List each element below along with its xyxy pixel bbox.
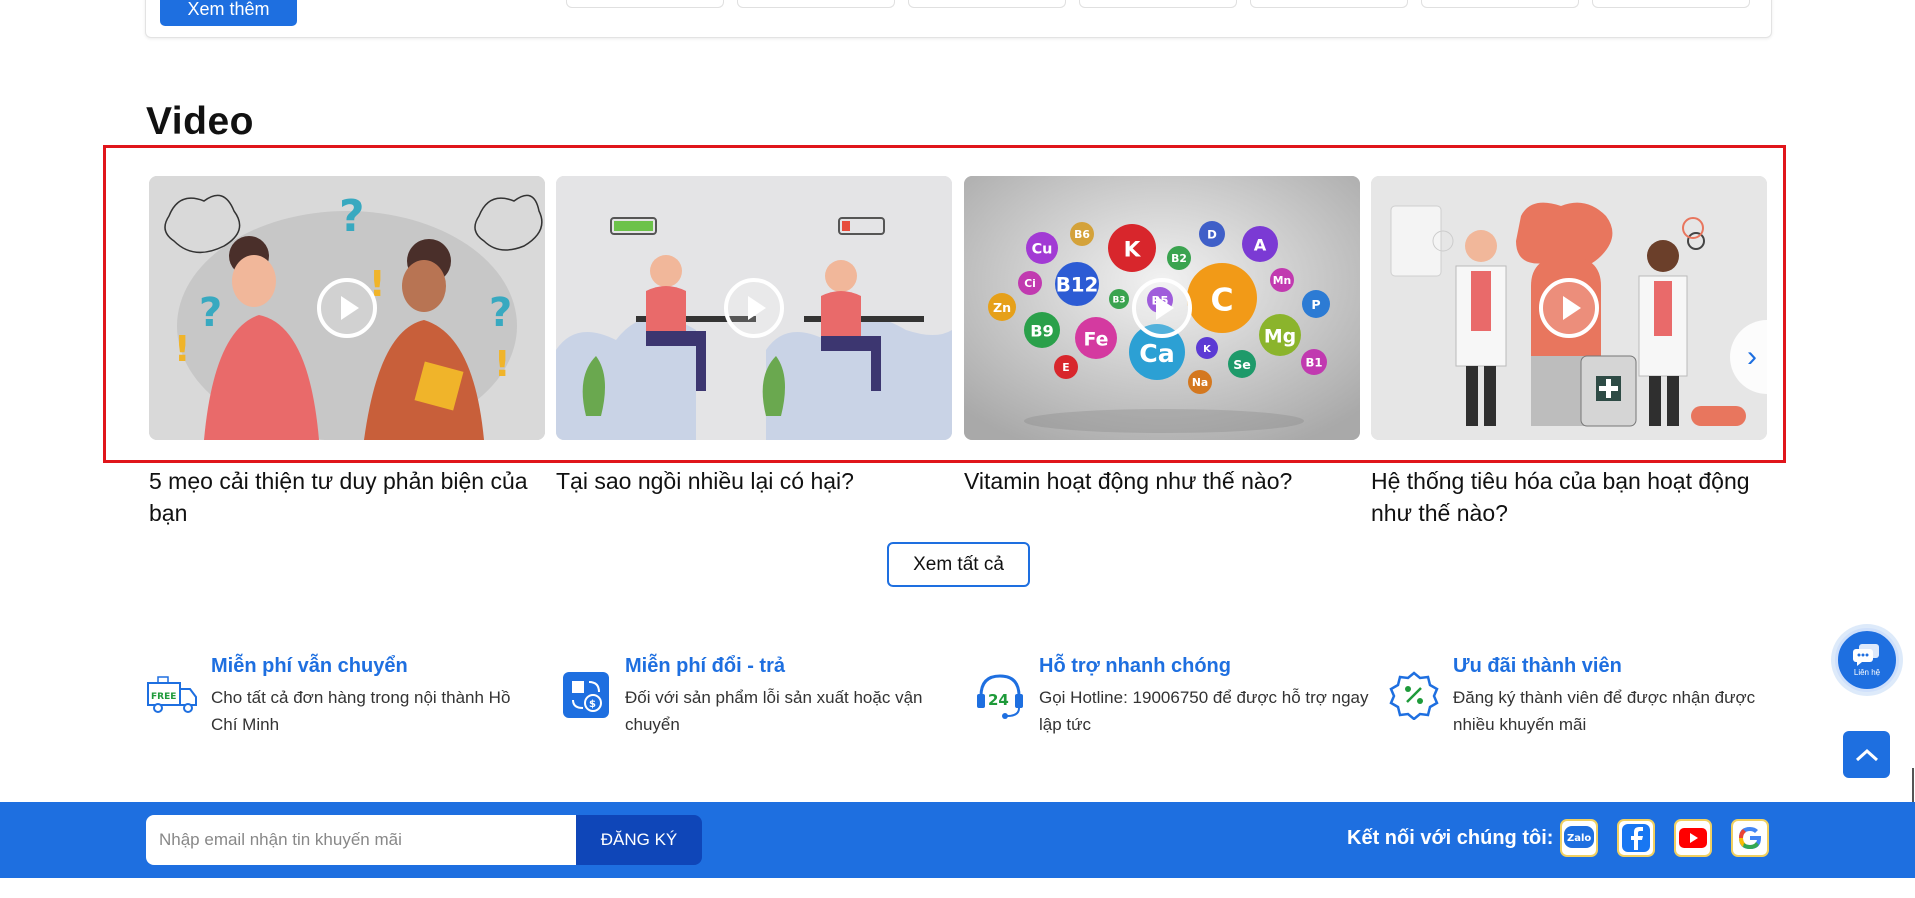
newsletter-email-input[interactable] xyxy=(146,815,578,865)
exchange-return-icon: $ xyxy=(560,669,612,721)
svg-text:!: ! xyxy=(174,329,190,370)
feature-free-shipping: FREE Miễn phí vẫn chuyển Cho tất cả đơn … xyxy=(146,655,546,735)
see-more-button[interactable]: Xem thêm xyxy=(160,0,297,26)
vitamin-label: Ca xyxy=(1139,339,1174,368)
feature-desc: Đăng ký thành viên để được nhận được nhi… xyxy=(1453,688,1756,734)
back-to-top-button[interactable] xyxy=(1843,731,1890,778)
member-discount-icon xyxy=(1388,669,1440,721)
vitamin-label: K xyxy=(1203,344,1211,355)
svg-text:?: ? xyxy=(339,191,365,242)
video-card-vitamin[interactable]: B6 D Cu K A B2 Ci B12 C Mn Zn B5 B3 P B9 Fe Ca Mg K Se E Na B1 xyxy=(964,176,1360,440)
vitamin-label: Ci xyxy=(1024,277,1036,290)
facebook-icon xyxy=(1622,824,1650,852)
zalo-link[interactable]: Zalo xyxy=(1560,819,1598,857)
feature-title: Miễn phí đổi - trả xyxy=(625,655,785,677)
facebook-link[interactable] xyxy=(1617,819,1655,857)
free-delivery-truck-icon: FREE xyxy=(146,669,198,721)
chevron-up-icon xyxy=(1855,748,1878,761)
video-title[interactable]: 5 mẹo cải thiện tư duy phản biện của bạn xyxy=(149,465,549,529)
vitamin-label: B1 xyxy=(1305,356,1322,370)
thumbnail-tab[interactable] xyxy=(566,0,724,8)
google-link[interactable] xyxy=(1731,819,1769,857)
chevron-right-icon: › xyxy=(1747,340,1757,373)
video-card-digestive[interactable] xyxy=(1371,176,1767,440)
vitamin-label: Se xyxy=(1233,357,1251,372)
contact-chat-button[interactable]: Liên hệ xyxy=(1835,628,1899,692)
feature-title: Ưu đãi thành viên xyxy=(1453,655,1622,677)
thumbnail-tab[interactable] xyxy=(737,0,895,8)
feature-member: Ưu đãi thành viên Đăng ký thành viên để … xyxy=(1388,655,1788,735)
svg-text:Zalo: Zalo xyxy=(1567,833,1591,844)
vitamin-label: Mg xyxy=(1264,325,1296,347)
play-button[interactable] xyxy=(724,278,784,338)
thumbnail-tab[interactable] xyxy=(1421,0,1579,8)
see-all-button[interactable]: Xem tất cả xyxy=(887,542,1030,587)
social-label: Kết nối với chúng tôi: xyxy=(1347,827,1554,849)
contact-label: Liên hệ xyxy=(1853,667,1881,677)
feature-desc: Cho tất cả đơn hàng trong nội thành Hồ C… xyxy=(211,688,511,734)
feature-desc: Đối với sản phẩm lỗi sản xuất hoặc vận c… xyxy=(625,688,923,734)
vitamin-label: K xyxy=(1124,237,1142,262)
support-24-icon: 24 xyxy=(974,669,1026,721)
product-strip-card: Xem thêm xyxy=(145,0,1772,38)
vitamin-label: Cu xyxy=(1032,242,1053,258)
thumbnail-tab[interactable] xyxy=(1250,0,1408,8)
play-button[interactable] xyxy=(1539,278,1599,338)
vitamin-label: Na xyxy=(1192,376,1208,389)
play-icon xyxy=(340,296,359,320)
vitamin-label: B12 xyxy=(1056,274,1099,297)
feature-support: 24 Hỗ trợ nhanh chóng Gọi Hotline: 19006… xyxy=(974,655,1374,735)
google-icon xyxy=(1739,827,1761,849)
vitamin-label: A xyxy=(1254,235,1267,254)
vitamin-label: Fe xyxy=(1084,328,1109,350)
thumbnail-tab[interactable] xyxy=(1592,0,1750,8)
vitamin-label: Mn xyxy=(1273,274,1291,287)
youtube-link[interactable] xyxy=(1674,819,1712,857)
video-title[interactable]: Vitamin hoạt động như thế nào? xyxy=(964,465,1364,497)
subscribe-button[interactable]: ĐĂNG KÝ xyxy=(576,815,702,865)
vitamin-label: Zn xyxy=(993,300,1011,315)
vitamin-label: B2 xyxy=(1171,252,1187,265)
svg-text:?: ? xyxy=(489,290,512,336)
newsletter-bar: ĐĂNG KÝ Kết nối với chúng tôi: Zalo xyxy=(0,802,1915,878)
youtube-icon xyxy=(1679,828,1707,848)
play-icon xyxy=(747,296,766,320)
feature-title: Miễn phí vẫn chuyển xyxy=(211,655,408,677)
play-button[interactable] xyxy=(317,278,377,338)
section-title: Video xyxy=(146,100,254,143)
vitamin-label: P xyxy=(1311,297,1320,312)
video-card-sitting[interactable] xyxy=(556,176,952,440)
play-icon xyxy=(1155,296,1174,320)
feature-title: Hỗ trợ nhanh chóng xyxy=(1039,655,1231,677)
chat-icon xyxy=(1853,643,1879,666)
vitamin-label: B9 xyxy=(1030,321,1054,340)
svg-text:24: 24 xyxy=(988,691,1009,709)
video-title[interactable]: Hệ thống tiêu hóa của bạn hoạt động như … xyxy=(1371,465,1771,529)
vitamin-label: E xyxy=(1062,361,1069,374)
svg-text:?: ? xyxy=(199,290,222,336)
thumbnail-tab[interactable] xyxy=(908,0,1066,8)
vitamin-label: B6 xyxy=(1074,228,1090,241)
vitamin-label: D xyxy=(1207,228,1217,242)
svg-text:FREE: FREE xyxy=(151,692,176,702)
vitamin-label: B3 xyxy=(1112,296,1125,306)
feature-desc: Gọi Hotline: 19006750 để được hỗ trợ nga… xyxy=(1039,688,1369,734)
play-button[interactable] xyxy=(1132,278,1192,338)
feature-free-return: $ Miễn phí đổi - trả Đối với sản phẩm lỗ… xyxy=(560,655,960,735)
svg-text:$: $ xyxy=(589,699,596,710)
video-card-critical-thinking[interactable]: ? ? ? ! ! ! xyxy=(149,176,545,440)
play-icon xyxy=(1562,296,1581,320)
zalo-icon: Zalo xyxy=(1564,826,1594,848)
video-title[interactable]: Tại sao ngồi nhiều lại có hại? xyxy=(556,465,956,497)
vitamin-label: C xyxy=(1210,282,1233,318)
svg-text:!: ! xyxy=(494,344,510,385)
thumbnail-tab[interactable] xyxy=(1079,0,1237,8)
